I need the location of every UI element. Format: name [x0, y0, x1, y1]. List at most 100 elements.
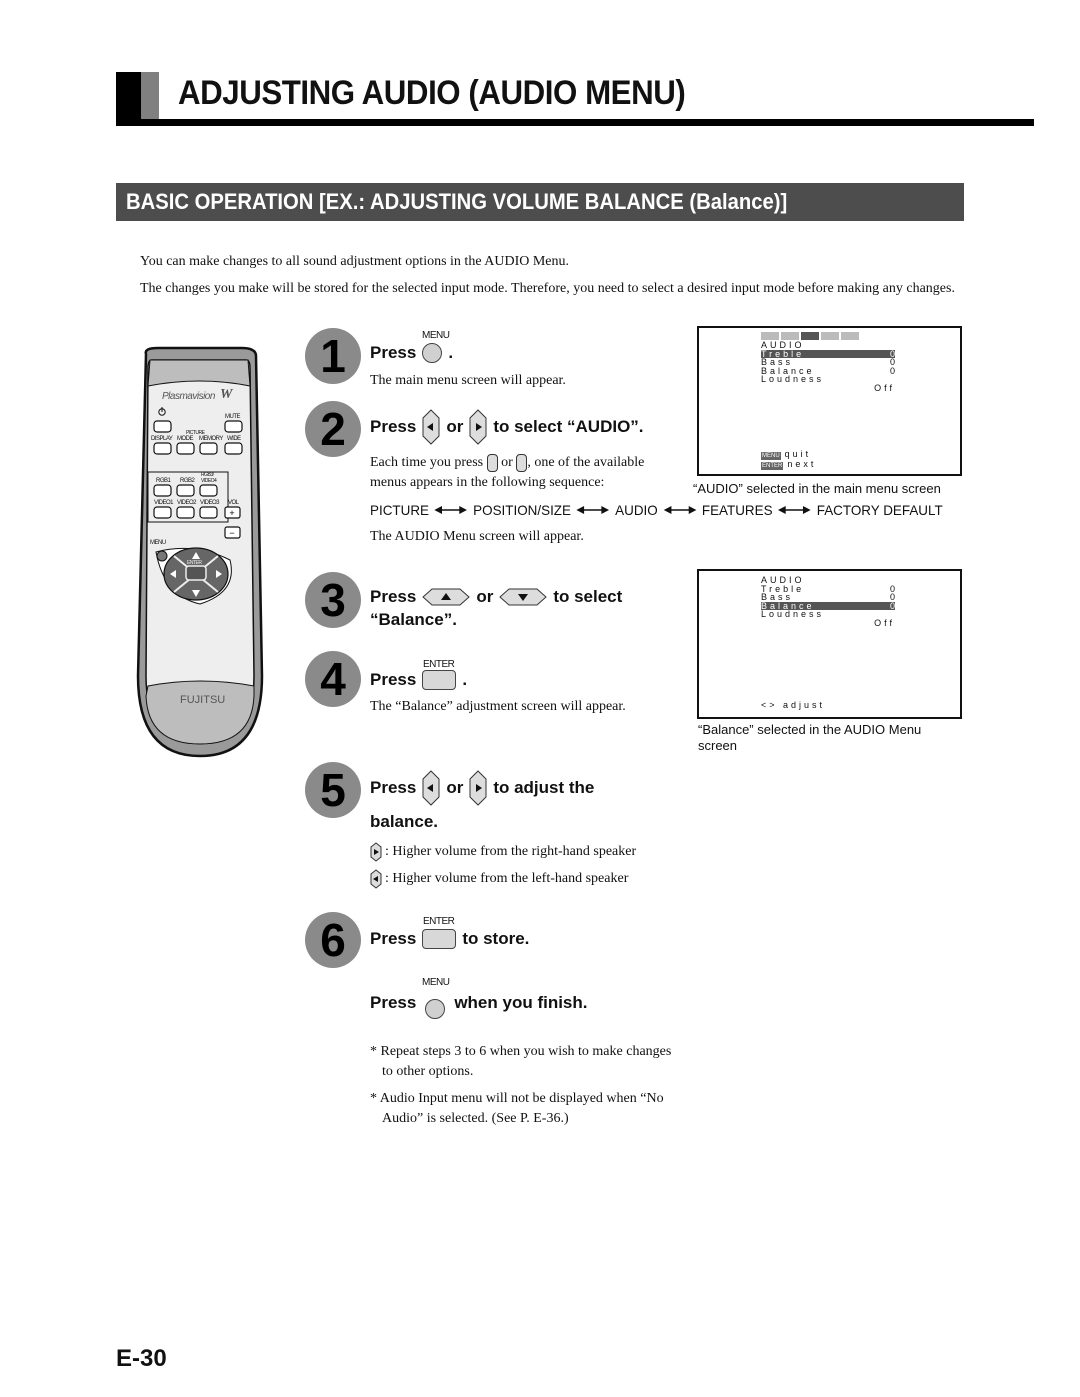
or-text: or [446, 417, 464, 436]
step-5-instruction: Press or to adjust the [370, 770, 594, 806]
right-arrow-button-icon [469, 409, 487, 445]
remote-menu-label: MENU [150, 540, 166, 546]
step-6-finish-after: when you finish. [454, 993, 588, 1012]
or-text: or [446, 778, 464, 797]
or-text: or [476, 587, 494, 606]
screen-1-caption: “AUDIO” selected in the main menu screen [693, 481, 941, 496]
menu-button-icon [422, 343, 443, 363]
remote-video2-label: VIDEO2 [177, 500, 197, 506]
left-speaker-text: : Higher volume from the left-hand speak… [385, 871, 629, 886]
press-text: Press [370, 587, 417, 606]
step-4-instruction: Press . [370, 670, 467, 690]
remote-brand: Plasmavision [162, 391, 215, 402]
left-arrow-small-icon [370, 869, 382, 889]
remote-enter-label: ENTER [187, 560, 202, 566]
right-speaker-text: : Higher volume from the right-hand spea… [385, 844, 637, 859]
enter-button-label: ENTER [423, 916, 455, 927]
remote-control-illustration: + − Plasmavision W MUTE DISPLAY PICTURE … [134, 346, 266, 763]
page-number: E-30 [116, 1345, 167, 1372]
sequence-item: FACTORY DEFAULT [816, 502, 943, 518]
step-6-number: 6 [305, 912, 361, 968]
remote-memory-label: MEMORY [199, 436, 223, 442]
step-3-instruction: Press or to select [370, 587, 622, 607]
step-3-after: to select [553, 587, 623, 606]
step-5-number: 5 [305, 762, 361, 818]
osd-item-value: 0 [889, 365, 895, 376]
press-text: Press [370, 929, 417, 948]
press-text: Press [370, 778, 417, 797]
remote-brand-mark: W [220, 387, 233, 402]
step-3-target: “Balance”. [370, 610, 457, 629]
osd-item-value: 0 [889, 600, 895, 611]
step-6-instruction: Press to store. [370, 929, 529, 949]
step-5-target: balance. [370, 812, 439, 831]
step-2-description: Each time you press or , one of the avai… [370, 453, 670, 493]
title-accent-bar [116, 72, 141, 126]
page-title: ADJUSTING AUDIO (AUDIO MENU) [178, 74, 686, 112]
screen-2-caption: “Balance” selected in the AUDIO Menu scr… [698, 722, 922, 753]
footer-next: next [787, 458, 817, 469]
osd-menu: AUDIO Treble 0 Bass 0 Balance 0 Loudness Of… [761, 332, 895, 392]
enter-button-icon [422, 670, 457, 690]
step-2-desc-a: Each time you press [370, 455, 484, 470]
step-2-after: to select “AUDIO”. [493, 417, 644, 436]
enter-key-tag: ENTER [761, 461, 784, 470]
note-audio-input: * Audio Input menu will not be displayed… [370, 1091, 664, 1126]
intro-paragraph-1: You can make changes to all sound adjust… [140, 254, 570, 269]
step-2-instruction: Press or to select “AUDIO”. [370, 409, 644, 445]
remote-mute-label: MUTE [225, 414, 241, 420]
press-text: Press [370, 343, 417, 362]
sequence-item: AUDIO [615, 502, 658, 518]
title-accent-gray [141, 72, 159, 119]
intro-paragraph-2: The changes you make will be stored for … [140, 281, 955, 296]
left-arrow-small-icon [486, 453, 498, 472]
sequence-item: FEATURES [701, 502, 773, 518]
features-tab-icon [821, 332, 839, 340]
step-2-result: The AUDIO Menu screen will appear. [370, 529, 584, 544]
osd-loudness-value: Off [874, 382, 895, 393]
remote-video3-label: VIDEO3 [200, 500, 220, 506]
title-rule [116, 119, 1034, 126]
remote-rgb3-label: RGB3/ VIDEO4 [201, 472, 217, 484]
menu-sequence: PICTURE POSITION/SIZE AUDIO FEATURES FAC… [370, 502, 943, 518]
menu-icon-strip [761, 332, 895, 340]
step-2-desc-or: or [501, 455, 513, 470]
left-arrow-button-icon [422, 770, 440, 806]
audio-main-menu-screen: AUDIO Treble 0 Bass 0 Balance 0 Loudness Of… [697, 326, 962, 476]
down-arrow-button-icon [499, 588, 548, 606]
menu-button-icon [425, 999, 446, 1019]
step-5-after: to adjust the [493, 778, 595, 797]
step-1-description: The main menu screen will appear. [370, 373, 566, 388]
press-text: Press [370, 417, 417, 436]
audio-tab-icon [801, 332, 819, 340]
remote-rgb2-label: RGB2 [180, 478, 195, 484]
sequence-item: PICTURE [370, 502, 429, 518]
svg-text:+: + [229, 508, 234, 518]
right-speaker-note: : Higher volume from the right-hand spea… [370, 842, 636, 862]
remote-rgb1-label: RGB1 [156, 478, 171, 484]
osd-footer-adjust: <> adjust [761, 700, 826, 710]
left-speaker-note: : Higher volume from the left-hand speak… [370, 869, 628, 889]
press-text: Press [370, 670, 417, 689]
step-2-number: 2 [305, 401, 361, 457]
remote-manufacturer-logo: FUJITSU [180, 694, 226, 706]
osd-loudness-value: Off [874, 617, 895, 628]
double-arrow-icon [576, 506, 610, 514]
double-arrow-icon [778, 506, 811, 514]
press-text: Press [370, 993, 417, 1012]
step-1-after: . [448, 343, 454, 362]
right-arrow-small-icon [516, 453, 528, 472]
remote-wide-label: WIDE [227, 436, 241, 442]
osd-menu: AUDIO Treble 0 Bass 0 Balance 0 Loudness Of… [761, 576, 895, 627]
section-title: BASIC OPERATION [EX.: ADJUSTING VOLUME B… [126, 189, 788, 214]
step-3-number: 3 [305, 572, 361, 628]
remote-vol-label: VOL [228, 500, 239, 506]
footer-quit: quit [784, 449, 812, 459]
step-6-after: to store. [462, 929, 530, 948]
step-6-finish-instruction: Press when you finish. [370, 987, 588, 1019]
step-4-description: The “Balance” adjustment screen will app… [370, 699, 626, 714]
osd-item-label: Loudness [761, 374, 825, 384]
step-1-instruction: Press . [370, 343, 453, 363]
double-arrow-icon [434, 506, 468, 514]
osd-footer: MENU quit ENTER next [761, 449, 817, 470]
